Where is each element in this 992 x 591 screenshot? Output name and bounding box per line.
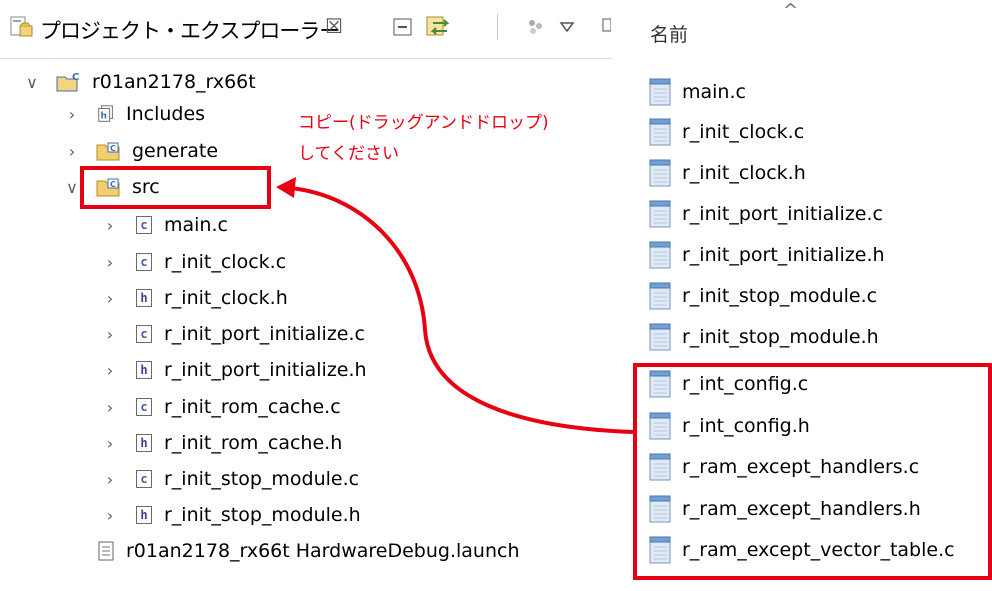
drag-arrow	[276, 177, 634, 434]
